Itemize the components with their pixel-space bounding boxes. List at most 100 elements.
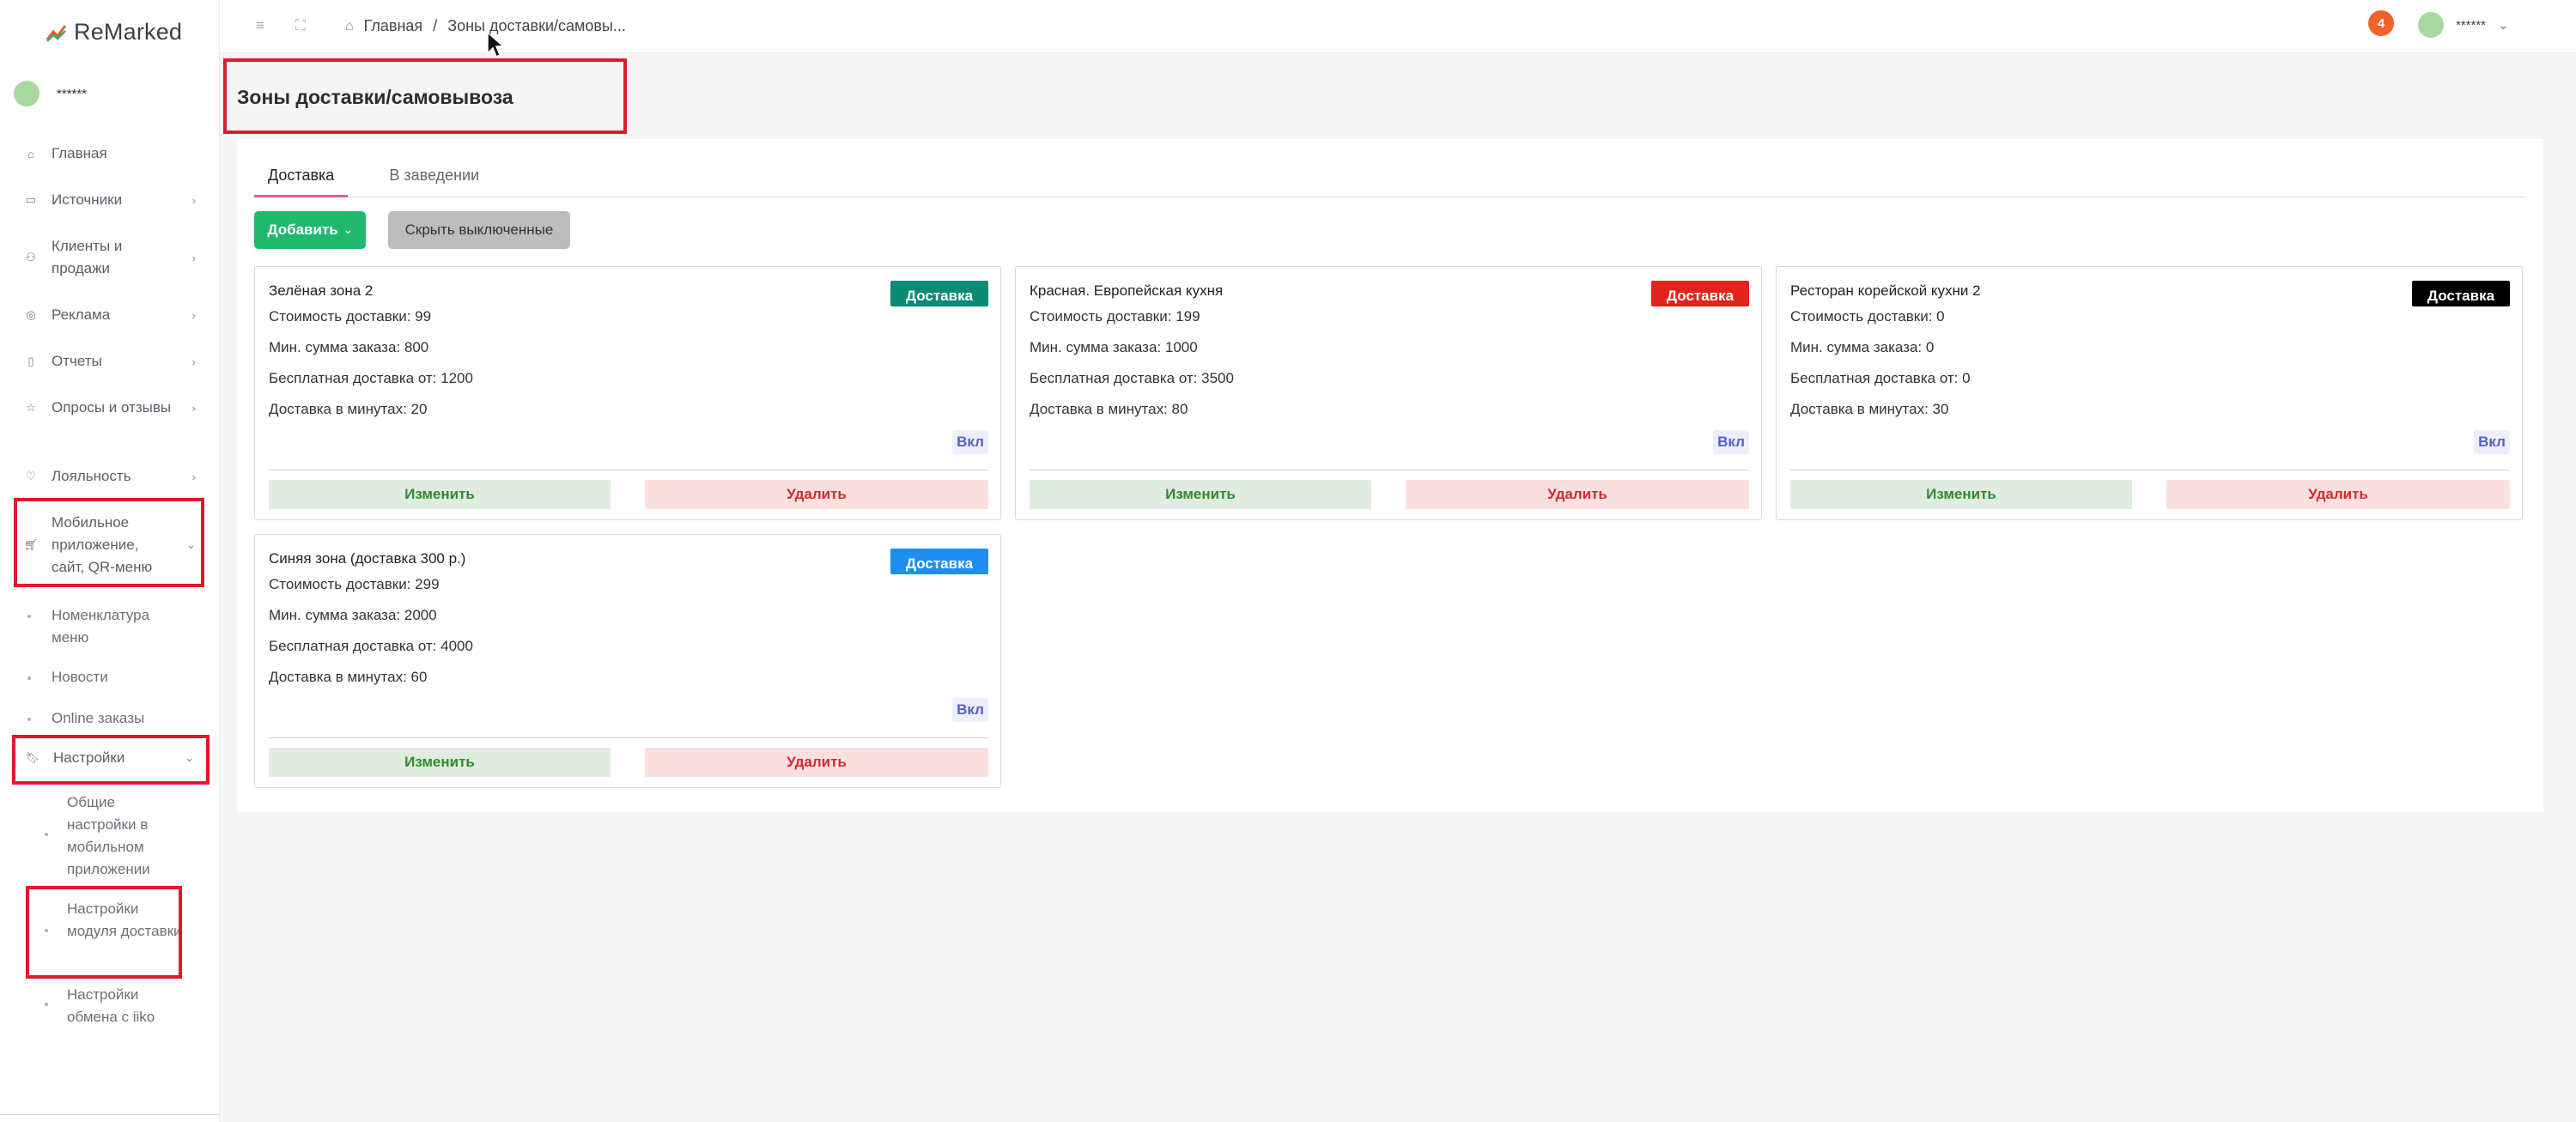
menu-icon[interactable]: ≡	[256, 17, 264, 34]
zone-enable-toggle[interactable]: Вкл	[952, 430, 988, 454]
highlight-box-delivery-settings	[26, 886, 182, 979]
sidebar-subitem-label: Online заказы	[52, 710, 145, 726]
target-icon: ◎	[26, 308, 36, 321]
bullet-icon	[27, 615, 31, 618]
zone-card: Синяя зона (доставка 300 р.) Доставка Ст…	[254, 534, 1001, 788]
sidebar-subitem-online-orders[interactable]: Online заказы	[27, 707, 144, 730]
home-icon[interactable]: ⌂	[345, 19, 354, 34]
bullet-icon	[27, 676, 31, 680]
fullscreen-icon[interactable]: ⛶	[295, 17, 306, 34]
mouse-cursor-icon	[487, 31, 505, 58]
zone-delivery-cost: Стоимость доставки: 299	[269, 576, 440, 592]
sidebar-subitem-news[interactable]: Новости	[27, 666, 108, 688]
add-button[interactable]: Добавить ⌄	[254, 211, 366, 249]
breadcrumb-current: Зоны доставки/самовы...	[447, 17, 626, 34]
sidebar-item-label: Главная	[52, 145, 107, 161]
bullet-icon	[45, 833, 48, 836]
users-icon: ⚇	[26, 251, 36, 264]
zone-free-delivery: Бесплатная доставка от: 0	[1790, 370, 1971, 386]
notification-badge[interactable]: 4	[2368, 10, 2394, 36]
chevron-right-icon: ›	[191, 470, 196, 483]
add-button-label: Добавить	[267, 221, 338, 238]
chevron-right-icon: ›	[191, 401, 196, 415]
bullet-icon	[45, 1003, 48, 1006]
user-menu-name: ******	[2456, 17, 2487, 33]
sidebar-bottom-divider	[0, 1114, 220, 1115]
sidebar-subitem-label: Общие настройки в мобильном приложении	[67, 794, 150, 877]
sidebar-item-label: Опросы и отзывы	[52, 399, 172, 415]
breadcrumb-separator: /	[433, 17, 438, 34]
delete-zone-button[interactable]: Удалить	[2166, 480, 2510, 509]
chevron-right-icon: ›	[191, 251, 196, 264]
sidebar-subitem-iiko[interactable]: Настройки обмена с iiko	[45, 984, 182, 1028]
edit-zone-button[interactable]: Изменить	[1030, 480, 1371, 509]
zone-enable-toggle[interactable]: Вкл	[2474, 430, 2510, 454]
zone-card: Зелёная зона 2 Доставка Стоимость достав…	[254, 266, 1001, 520]
user-menu[interactable]: ****** ⌄	[2418, 12, 2509, 38]
zone-min-order: Мин. сумма заказа: 2000	[269, 607, 437, 623]
zone-free-delivery: Бесплатная доставка от: 3500	[1030, 370, 1234, 386]
edit-zone-button[interactable]: Изменить	[269, 748, 611, 777]
zone-type-badge: Доставка	[890, 549, 988, 574]
sidebar-subitem-menu[interactable]: Номенклатура меню	[27, 604, 173, 649]
delete-zone-button[interactable]: Удалить	[1406, 480, 1749, 509]
app-logo-text: ReMarked	[74, 19, 183, 45]
hide-disabled-button[interactable]: Скрыть выключенные	[388, 211, 570, 249]
tab-in-venue[interactable]: В заведении	[375, 161, 493, 197]
heart-icon: ♡	[26, 470, 36, 482]
sidebar-item-sources[interactable]: ▭ Источники ›	[24, 189, 196, 211]
zone-delivery-cost: Стоимость доставки: 0	[1790, 308, 1945, 324]
chart-logo-icon	[46, 24, 67, 42]
zone-type-badge: Доставка	[2412, 281, 2510, 306]
sidebar-subitem-label: Новости	[52, 669, 108, 685]
edit-zone-button[interactable]: Изменить	[1790, 480, 2132, 509]
zone-name: Красная. Европейская кухня	[1030, 282, 1224, 299]
zone-delivery-minutes: Доставка в минутах: 60	[269, 669, 428, 685]
sidebar-item-label: Источники	[52, 191, 123, 208]
sidebar-item-home[interactable]: ⌂ Главная	[24, 143, 196, 165]
sidebar-subitem-label: Настройки обмена с iiko	[67, 986, 155, 1025]
sidebar-item-surveys[interactable]: ☆ Опросы и отзывы ›	[24, 397, 196, 419]
tab-bar: Доставка В заведении	[254, 161, 2526, 197]
sidebar-item-loyalty[interactable]: ♡ Лояльность ›	[24, 465, 196, 488]
delete-zone-button[interactable]: Удалить	[645, 480, 988, 509]
app-logo[interactable]: ReMarked	[45, 19, 182, 45]
zone-divider	[269, 737, 988, 738]
sidebar-user[interactable]: ******	[14, 81, 87, 106]
sidebar-user-name: ******	[57, 86, 88, 101]
zone-enable-toggle[interactable]: Вкл	[952, 698, 988, 722]
content-panel: Доставка В заведении Добавить ⌄ Скрыть в…	[237, 139, 2543, 812]
chevron-right-icon: ›	[191, 193, 196, 207]
topbar: ≡ ⛶ ⌂ Главная / Зоны доставки/самовы... …	[220, 0, 2576, 53]
highlight-box-mobile-app	[14, 498, 204, 587]
zone-free-delivery: Бесплатная доставка от: 1200	[269, 370, 473, 386]
chevron-down-icon: ⌄	[2498, 18, 2509, 33]
sidebar-item-clients[interactable]: ⚇ Клиенты и продажи ›	[24, 235, 196, 280]
zone-type-badge: Доставка	[890, 281, 988, 306]
zone-delivery-minutes: Доставка в минутах: 30	[1790, 401, 1949, 417]
zone-type-badge: Доставка	[1651, 281, 1749, 306]
breadcrumb-home[interactable]: Главная	[364, 17, 423, 35]
zone-delivery-minutes: Доставка в минутах: 20	[269, 401, 428, 417]
sidebar-item-label: Лояльность	[52, 468, 131, 484]
chevron-down-icon: ⌄	[343, 223, 353, 236]
highlight-box-settings	[12, 735, 210, 785]
sidebar-item-ads[interactable]: ◎ Реклама ›	[24, 304, 196, 326]
tab-delivery[interactable]: Доставка	[254, 161, 349, 197]
avatar	[14, 81, 39, 106]
sidebar-item-reports[interactable]: ▯ Отчеты ›	[24, 350, 196, 373]
edit-zone-button[interactable]: Изменить	[269, 480, 611, 509]
zone-enable-toggle[interactable]: Вкл	[1713, 430, 1749, 454]
sidebar: ReMarked ****** ⌂ Главная ▭ Источники › …	[0, 0, 220, 1122]
delete-zone-button[interactable]: Удалить	[645, 748, 988, 777]
sidebar-subitem-general-settings[interactable]: Общие настройки в мобильном приложении	[45, 791, 182, 881]
zone-name: Синяя зона (доставка 300 р.)	[269, 550, 466, 567]
chevron-right-icon: ›	[191, 308, 196, 322]
sidebar-subitem-label: Номенклатура меню	[52, 607, 150, 646]
bullet-icon	[27, 718, 31, 721]
zone-delivery-cost: Стоимость доставки: 199	[1030, 308, 1200, 324]
zone-name: Зелёная зона 2	[269, 282, 374, 299]
home-icon: ⌂	[27, 147, 34, 161]
zone-free-delivery: Бесплатная доставка от: 4000	[269, 638, 473, 654]
monitor-icon: ▭	[25, 193, 37, 206]
